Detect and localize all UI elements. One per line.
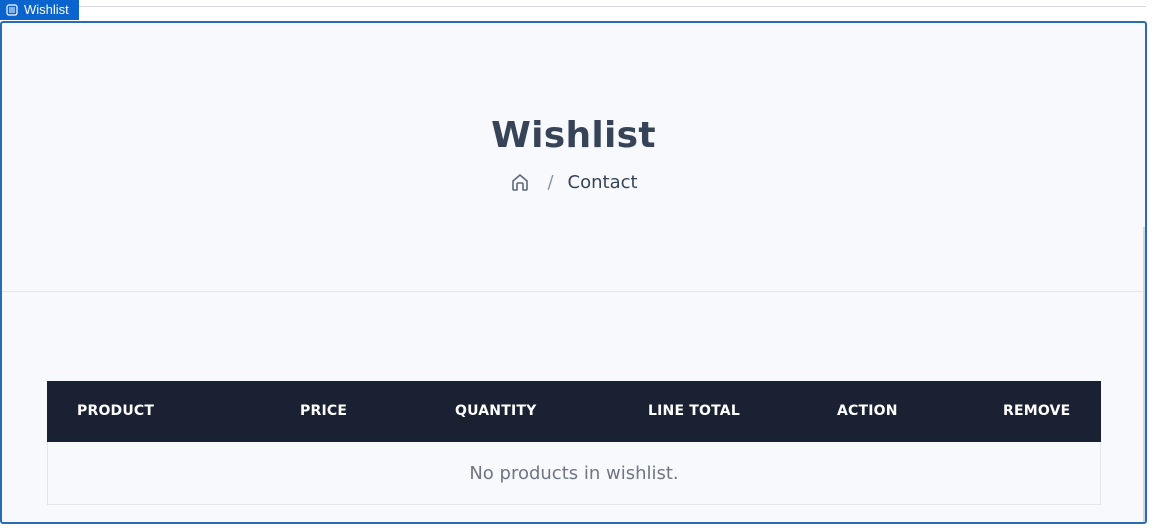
table-header: PRODUCT PRICE QUANTITY LINE TOTAL ACTION…	[47, 381, 1101, 442]
breadcrumb: / Contact	[2, 171, 1145, 193]
content-frame: Wishlist / Contact PRODUCT PRICE QUANTIT…	[0, 21, 1147, 524]
column-header-remove: REMOVE	[1003, 403, 1071, 419]
column-header-action: ACTION	[837, 403, 898, 419]
top-divider	[78, 6, 1146, 7]
list-icon	[6, 4, 18, 16]
wishlist-tab-label: Wishlist	[24, 2, 69, 17]
wishlist-tab-tag[interactable]: Wishlist	[0, 0, 79, 20]
breadcrumb-separator: /	[547, 171, 554, 193]
breadcrumb-current: Contact	[567, 171, 638, 193]
column-header-line-total: LINE TOTAL	[648, 403, 740, 419]
home-icon[interactable]	[509, 171, 531, 193]
page-title: Wishlist	[491, 115, 656, 156]
page: Wishlist Wishlist / Contact PRODUCT PRIC…	[0, 0, 1152, 530]
page-hero: Wishlist / Contact	[2, 23, 1145, 292]
column-header-quantity: QUANTITY	[455, 403, 537, 419]
column-header-price: PRICE	[300, 403, 348, 419]
empty-wishlist-message: No products in wishlist.	[47, 442, 1101, 505]
column-header-product: PRODUCT	[77, 403, 155, 419]
wishlist-table: PRODUCT PRICE QUANTITY LINE TOTAL ACTION…	[47, 381, 1101, 505]
scrollbar[interactable]	[1143, 227, 1145, 522]
